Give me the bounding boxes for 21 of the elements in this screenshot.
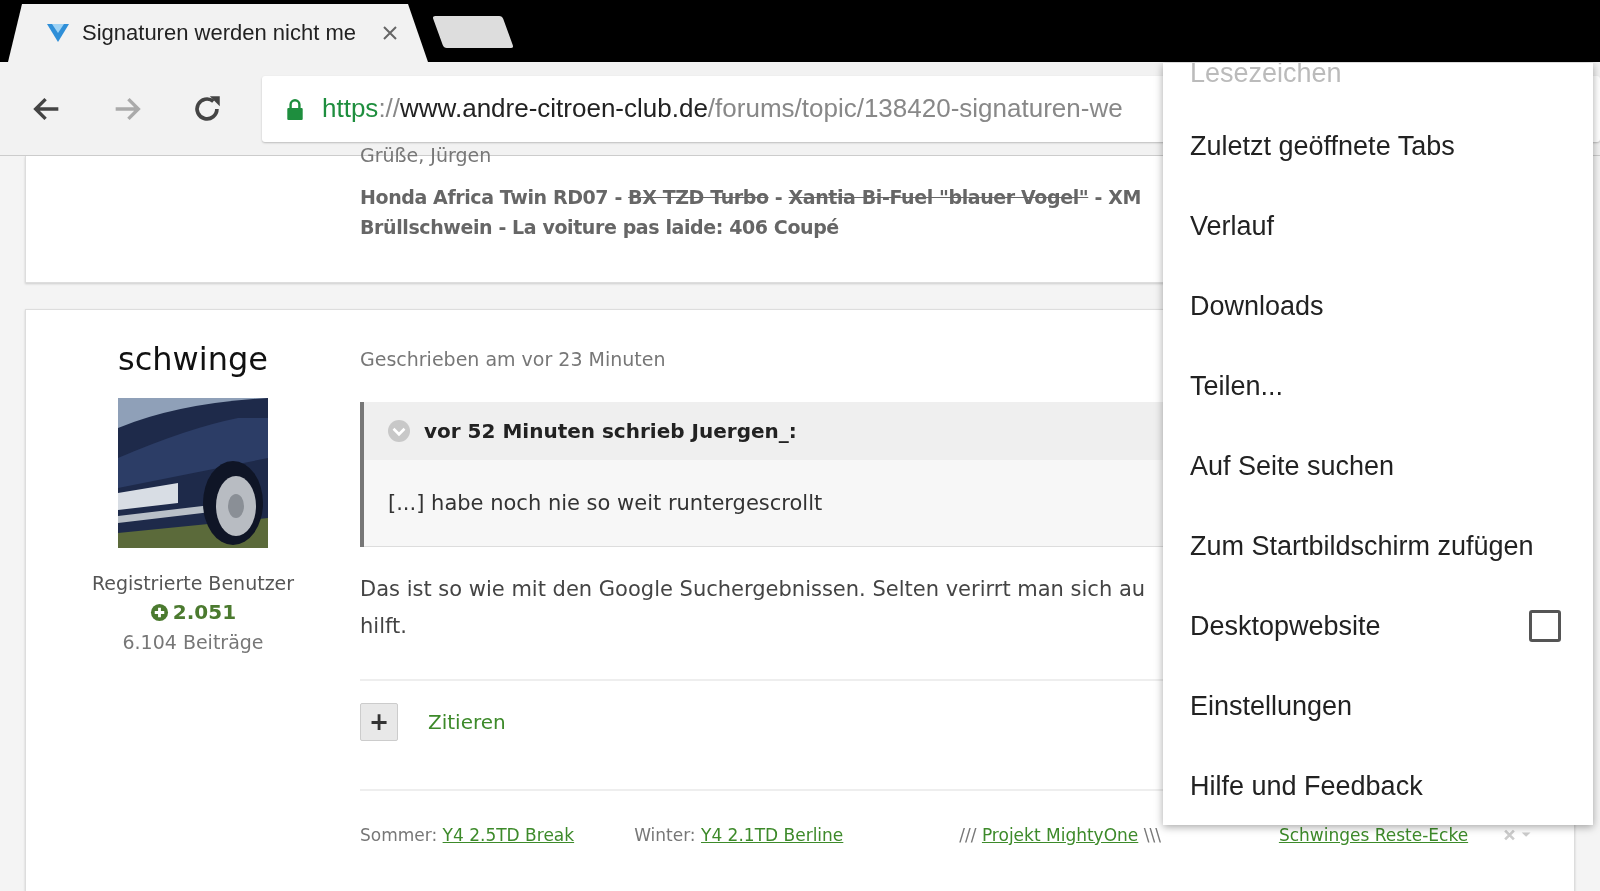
signature-text: - XM [1093, 186, 1141, 208]
quote-header: vor 52 Minuten schrieb Juergen_: [424, 419, 797, 443]
signature-text: - [773, 186, 784, 208]
url-text: https://www.andre-citroen-club.de/forums/topic/138420-signaturen-we [322, 93, 1123, 124]
signature-text: \\\ [1142, 825, 1161, 845]
signature-text: BX TZD Turbo [628, 186, 769, 208]
user-role: Registrierte Benutzer [91, 572, 295, 594]
signature-text: /// [959, 825, 978, 845]
post-count: 6.104 Beiträge [122, 631, 264, 653]
tab-title: Signaturen werden nicht me [82, 20, 357, 46]
post-date: Geschrieben am vor 23 Minuten [360, 348, 667, 370]
signature-text: Xantia Bi-Fuel "blauer Vogel" [788, 186, 1089, 208]
signature-text: Honda Africa Twin RD07 - [360, 186, 623, 208]
quote-text: [...] habe noch nie so weit runtergescrollt [388, 491, 823, 515]
greeting-text: Grüße, Jürgen [360, 144, 493, 166]
signature-text: Sommer: [360, 825, 439, 845]
signature-text: Brüllschwein - La voiture pas laide: 406 Coupé [360, 216, 839, 238]
post-text: hilft. [360, 613, 408, 640]
post-text: Das ist so wie mit den Google Suchergebnissen. Selten verirrt man sich au [360, 576, 1147, 603]
reputation-count: 2.051 [172, 600, 237, 624]
signature-text: Winter: [634, 825, 697, 845]
